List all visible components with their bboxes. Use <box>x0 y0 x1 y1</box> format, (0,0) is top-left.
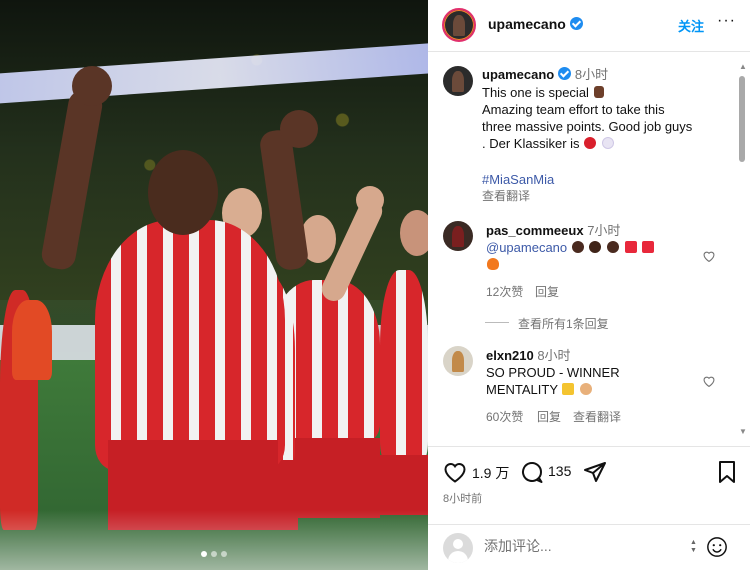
share-paper-plane-icon[interactable] <box>583 460 607 484</box>
comment-2-avatar[interactable] <box>443 346 473 376</box>
caption-time: 8小时 <box>574 67 609 82</box>
comment-1-username[interactable]: pas_commeeux <box>486 223 584 238</box>
post-photo[interactable] <box>0 0 428 570</box>
white-circle-emoji-icon <box>601 137 614 149</box>
scrollbar-thumb[interactable] <box>739 76 745 162</box>
post-time-ago: 8小时前 <box>443 493 483 505</box>
caption-line-2: Amazing team effort to take this <box>482 102 665 117</box>
caption-translate-link[interactable]: 查看翻译 <box>482 187 530 204</box>
carousel-dot-1[interactable] <box>201 551 207 557</box>
likes-count[interactable]: 1.9 万 <box>472 463 509 483</box>
comment-1-text-line2 <box>486 256 500 273</box>
comment-2-likes[interactable]: 60次赞 <box>486 408 523 425</box>
follow-button[interactable]: 关注 <box>678 16 704 35</box>
caption-line-3: three massive points. Good job guys <box>482 119 693 134</box>
main-player-jersey <box>95 220 285 470</box>
comment-2-reply-button[interactable]: 回复 <box>537 408 561 425</box>
caption-avatar[interactable] <box>443 66 473 96</box>
like-heart-icon[interactable] <box>443 461 467 483</box>
player-right <box>380 270 428 460</box>
input-spinner-arrows-icon[interactable]: ▲ ▼ <box>690 539 697 555</box>
comment-2-like-heart-icon[interactable] <box>702 375 716 387</box>
replies-divider <box>485 322 509 323</box>
finger-point-emoji-icon <box>593 86 604 98</box>
emoji-picker-icon[interactable] <box>706 536 728 558</box>
verified-badge-icon <box>558 67 572 80</box>
comment-2-header: elxn210 8小时 <box>486 347 571 364</box>
scroll-down-arrow-icon[interactable]: ▼ <box>739 427 747 436</box>
verified-badge-icon <box>569 17 583 30</box>
player-left-bg <box>12 300 52 380</box>
flexed-biceps-emoji-icon <box>589 241 602 253</box>
caption-username[interactable]: upamecano <box>482 67 554 82</box>
comment-1-likes[interactable]: 12次赞 <box>486 283 523 300</box>
player-right-head <box>400 210 428 256</box>
caption-hashtag[interactable]: #MiaSanMia <box>482 171 554 188</box>
fist-icon <box>356 186 384 214</box>
post-actions: 1.9 万 135 8小时前 <box>428 446 750 524</box>
author-avatar[interactable] <box>442 8 476 42</box>
red-circle-emoji-icon <box>584 137 597 149</box>
post-panel: upamecano 关注 ··· upamecano 8小时 This one … <box>428 0 750 570</box>
brown-fist-emoji-icon <box>607 241 620 253</box>
carousel-dots[interactable] <box>0 544 428 562</box>
main-player-head <box>148 150 218 235</box>
post-header: upamecano 关注 ··· <box>428 0 750 52</box>
more-options-icon[interactable]: ··· <box>717 12 736 30</box>
current-user-avatar-icon <box>443 533 473 563</box>
sparkles-emoji-icon <box>562 383 575 395</box>
comments-count[interactable]: 135 <box>548 463 571 479</box>
comment-1-mention[interactable]: @upamecano <box>486 240 567 255</box>
comment-2-username[interactable]: elxn210 <box>486 348 534 363</box>
comments-scroll-area[interactable]: upamecano 8小时 This one is special Amazin… <box>428 53 750 446</box>
save-bookmark-icon[interactable] <box>717 460 737 484</box>
comment-bubble-icon[interactable] <box>520 460 544 484</box>
carousel-dot-3[interactable] <box>221 551 227 557</box>
author-username[interactable]: upamecano <box>488 16 583 32</box>
main-player-right-fist <box>280 110 318 148</box>
fire-emoji-icon <box>487 258 499 270</box>
comment-1-time: 7小时 <box>587 223 621 238</box>
comment-1-like-heart-icon[interactable] <box>702 250 716 262</box>
caption-line-1: This one is special <box>482 84 605 101</box>
hundred-points-emoji-icon <box>642 241 655 253</box>
clapping-hands-emoji-icon <box>580 383 593 395</box>
comment-2-text-line2: MENTALITY <box>486 381 593 398</box>
main-player-left-fist <box>72 66 112 106</box>
brown-fist-emoji-icon <box>571 241 584 253</box>
hundred-points-emoji-icon <box>624 241 637 253</box>
comment-1-header: pas_commeeux 7小时 <box>486 222 620 239</box>
comment-2-time: 8小时 <box>537 348 571 363</box>
comment-1-reply-button[interactable]: 回复 <box>535 283 559 300</box>
scroll-up-arrow-icon[interactable]: ▲ <box>739 62 747 71</box>
view-all-replies-link[interactable]: 查看所有1条回复 <box>518 315 609 332</box>
player-right-shorts <box>380 455 428 515</box>
caption-header: upamecano 8小时 <box>482 66 608 83</box>
comment-1-text: @upamecano <box>486 239 655 256</box>
comment-2-translate-link[interactable]: 查看翻译 <box>573 408 621 425</box>
comment-bar: ▲▼ <box>428 524 750 570</box>
comment-2-text-line1: SO PROUD - WINNER <box>486 365 620 380</box>
comment-1-avatar[interactable] <box>443 221 473 251</box>
caption-line-4: . Der Klassiker is <box>482 135 615 152</box>
carousel-dot-2[interactable] <box>211 551 217 557</box>
add-comment-input[interactable] <box>484 538 684 554</box>
